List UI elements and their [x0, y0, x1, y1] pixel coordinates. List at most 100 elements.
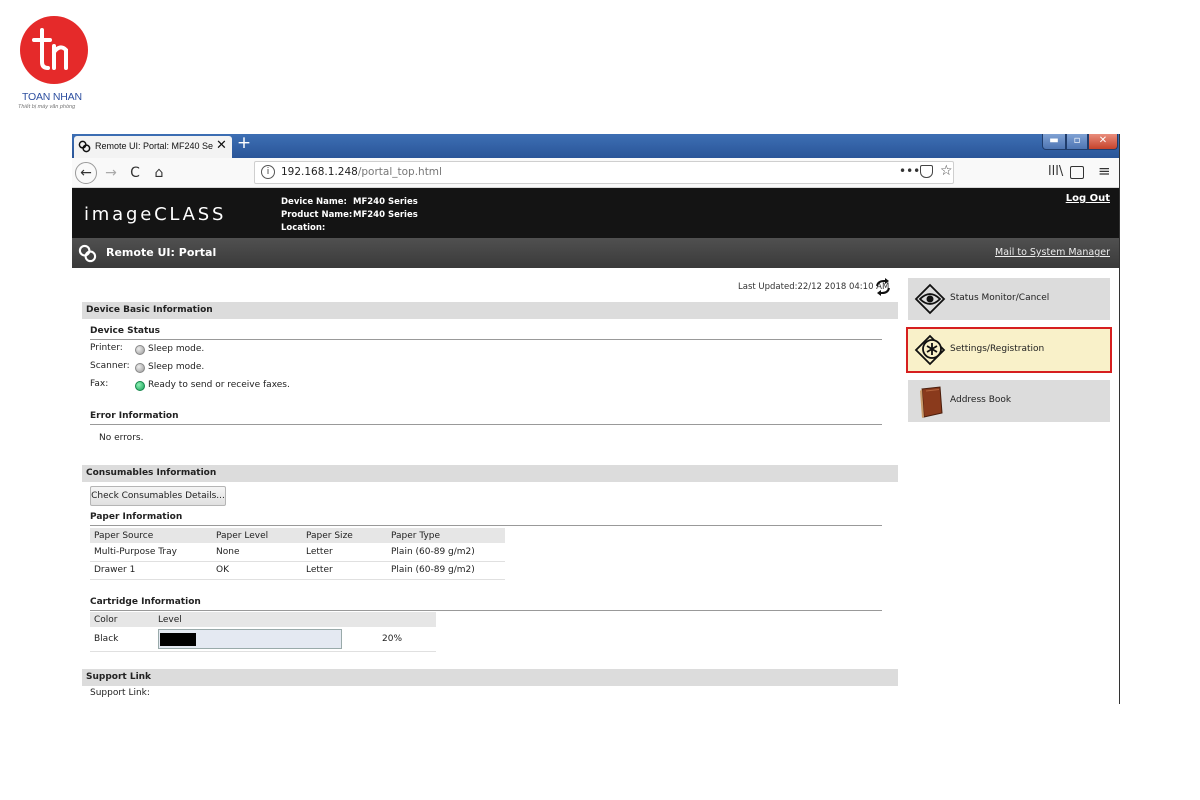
scanner-status: Sleep mode. [148, 362, 205, 372]
support-link-header: Support Link [82, 669, 898, 686]
support-link-label: Support Link: [90, 688, 150, 698]
last-updated-text: Last Updated:22/12 2018 04:10 AM [738, 282, 890, 292]
bookmark-star-icon[interactable]: ☆ [940, 163, 953, 179]
forward-button[interactable]: → [100, 162, 122, 184]
tab-bar: Remote UI: Portal: MF240 Series ✕ + ▬ ▫ … [72, 134, 1119, 158]
address-book-button[interactable]: Address Book [908, 380, 1110, 422]
paper-type-cell: Plain (60-89 g/m2) [387, 543, 505, 562]
page-header: imageCLASS Device Name: MF240 Series Prod… [72, 188, 1119, 238]
paper-size-header: Paper Size [302, 528, 387, 543]
cartridge-level-header: Level [154, 612, 378, 627]
paper-size-cell: Letter [302, 543, 387, 562]
paper-info-table: Paper Source Paper Level Paper Size Pape… [90, 528, 505, 580]
location-label: Location: [281, 223, 326, 233]
scanner-label: Scanner: [90, 361, 130, 371]
printer-status: Sleep mode. [148, 344, 205, 354]
new-tab-button[interactable]: + [236, 134, 252, 154]
reload-button[interactable]: C [124, 162, 146, 184]
navigation-bar: ← → C ⌂ i 192.168.1.248/portal_top.html … [72, 158, 1119, 188]
error-text: No errors. [99, 433, 144, 443]
fax-status-dot [135, 381, 145, 391]
imageclass-brand: imageCLASS [84, 204, 227, 225]
cartridge-level-fill [160, 632, 197, 646]
paper-source-cell: Drawer 1 [90, 561, 212, 580]
url-text[interactable]: 192.168.1.248/portal_top.html [281, 166, 442, 178]
cartridge-color-cell: Black [90, 627, 154, 652]
settings-registration-button[interactable]: Settings/Registration [906, 327, 1112, 373]
cartridge-level-bar [158, 628, 342, 649]
paper-type-cell: Plain (60-89 g/m2) [387, 561, 505, 580]
address-bar[interactable]: i 192.168.1.248/portal_top.html ••• ☆ [254, 161, 954, 184]
paper-type-header: Paper Type [387, 528, 505, 543]
cartridge-info-table: Color Level Black 20% [90, 612, 436, 652]
settings-registration-label: Settings/Registration [950, 344, 1045, 354]
back-button[interactable]: ← [75, 162, 97, 184]
settings-icon [914, 334, 946, 366]
product-name-value: MF240 Series [353, 210, 418, 220]
refresh-icon[interactable] [874, 278, 892, 296]
logo-brand-text: TOAN NHAN [22, 91, 82, 103]
site-info-icon[interactable]: i [261, 165, 275, 179]
status-monitor-label: Status Monitor/Cancel [950, 293, 1050, 303]
paper-level-cell: None [212, 543, 302, 562]
cartridge-info-title: Cartridge Information [90, 597, 882, 611]
printer-label: Printer: [90, 343, 123, 353]
paper-info-title: Paper Information [90, 512, 882, 526]
printer-status-dot [135, 345, 145, 355]
eye-icon [914, 283, 946, 315]
tab-remote-ui[interactable]: Remote UI: Portal: MF240 Series ✕ [74, 136, 232, 158]
sidebar-icon[interactable] [1070, 166, 1084, 179]
close-window-button[interactable]: ✕ [1088, 134, 1118, 150]
url-path: /portal_top.html [357, 166, 442, 178]
library-icon[interactable]: lll\ [1048, 164, 1063, 179]
mail-system-manager-link[interactable]: Mail to System Manager [995, 247, 1110, 258]
canon-portal-icon [78, 140, 91, 153]
paper-source-cell: Multi-Purpose Tray [90, 543, 212, 562]
tab-title: Remote UI: Portal: MF240 Series [95, 141, 213, 151]
main-content: Last Updated:22/12 2018 04:10 AM Device … [72, 268, 1119, 704]
logo-tagline: Thiết bị máy văn phòng [18, 104, 76, 110]
menu-icon[interactable]: ≡ [1098, 162, 1111, 180]
cartridge-color-header: Color [90, 612, 154, 627]
table-row: Multi-Purpose Tray None Letter Plain (60… [90, 543, 505, 562]
cartridge-percent-cell: 20% [378, 627, 436, 652]
address-book-icon [920, 386, 943, 418]
paper-source-header: Paper Source [90, 528, 212, 543]
home-button[interactable]: ⌂ [148, 162, 170, 184]
logo-mark [20, 16, 88, 84]
logout-link[interactable]: Log Out [1066, 193, 1110, 204]
consumables-info-header: Consumables Information [82, 465, 898, 482]
portal-bar: Remote UI: Portal Mail to System Manager [72, 238, 1119, 268]
cartridge-level-cell [154, 627, 378, 652]
device-basic-info-header: Device Basic Information [82, 302, 898, 319]
cartridge-percent-header [378, 612, 436, 627]
browser-window: Remote UI: Portal: MF240 Series ✕ + ▬ ▫ … [72, 134, 1120, 704]
tab-close-icon[interactable]: ✕ [216, 138, 227, 154]
error-info-title: Error Information [90, 411, 882, 425]
paper-level-cell: OK [212, 561, 302, 580]
paper-level-header: Paper Level [212, 528, 302, 543]
minimize-button[interactable]: ▬ [1042, 134, 1066, 150]
url-host: 192.168.1.248 [281, 166, 358, 178]
toannhan-logo: TOAN NHAN Thiết bị máy văn phòng [18, 16, 94, 114]
logo-glyph-icon [32, 28, 68, 70]
paper-size-cell: Letter [302, 561, 387, 580]
product-name-label: Product Name: [281, 210, 353, 220]
pocket-icon[interactable] [920, 165, 933, 178]
device-info: Device Name: MF240 Series Product Name:MF… [281, 196, 418, 235]
device-status-title: Device Status [90, 326, 882, 340]
page-actions-icon[interactable]: ••• [899, 164, 920, 178]
fax-status: Ready to send or receive faxes. [148, 380, 290, 390]
portal-title: Remote UI: Portal [106, 246, 217, 259]
address-book-label: Address Book [950, 395, 1012, 405]
scanner-status-dot [135, 363, 145, 373]
maximize-button[interactable]: ▫ [1066, 134, 1088, 150]
device-name-label: Device Name: [281, 197, 347, 207]
table-row: Black 20% [90, 627, 436, 652]
status-monitor-button[interactable]: Status Monitor/Cancel [908, 278, 1110, 320]
device-name-value: MF240 Series [353, 197, 418, 207]
fax-label: Fax: [90, 379, 109, 389]
canon-portal-icon [78, 244, 97, 263]
table-row: Drawer 1 OK Letter Plain (60-89 g/m2) [90, 561, 505, 580]
check-consumables-button[interactable]: Check Consumables Details... [90, 486, 226, 506]
